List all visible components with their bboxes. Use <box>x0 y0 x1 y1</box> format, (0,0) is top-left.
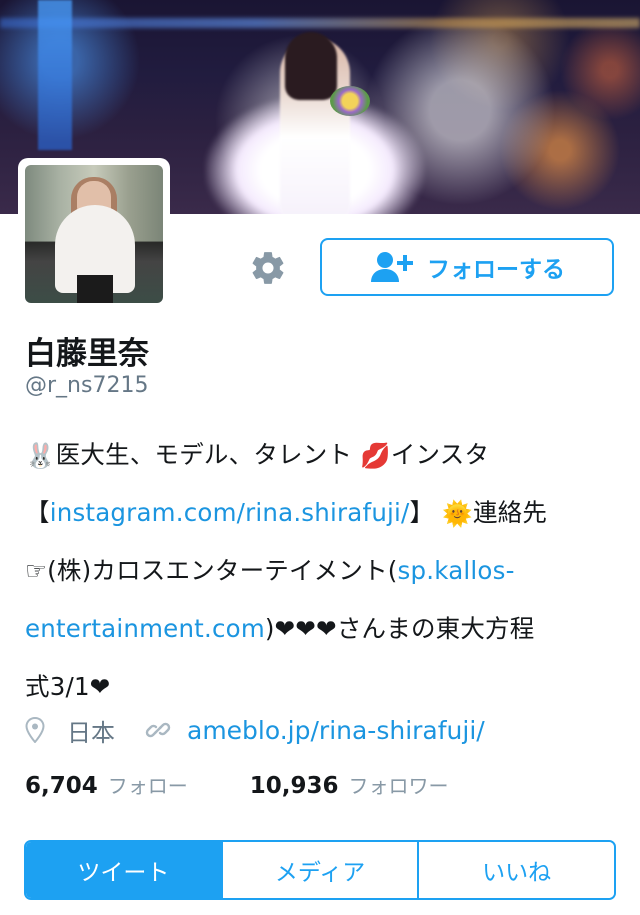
pointing-hand-icon: ☞ <box>25 556 48 585</box>
follow-button[interactable]: フォローする <box>320 238 614 296</box>
gear-icon <box>252 252 284 284</box>
instagram-link[interactable]: instagram.com/rina.shirafuji/ <box>50 498 410 527</box>
kallos-link-part1[interactable]: sp.kallos- <box>398 556 515 585</box>
header-bridge-lights <box>0 18 640 28</box>
link-icon <box>145 722 171 738</box>
followers-count: 10,936 <box>249 773 339 799</box>
tab-media[interactable]: メディア <box>220 842 418 898</box>
rabbit-emoji: 🐰 <box>25 441 56 470</box>
sun-emoji: 🌞 <box>442 499 473 528</box>
profile-meta: 日本 ameblo.jp/rina-shirafuji/ <box>25 710 485 750</box>
kiss-emoji: 💋 <box>360 441 391 470</box>
profile-bio: 🐰医大生、モデル、タレント 💋インスタ 【instagram.com/rina.… <box>25 426 625 716</box>
tab-likes[interactable]: いいね <box>417 842 614 898</box>
bio-line: 【instagram.com/rina.shirafuji/】 🌞連絡先 <box>25 484 625 542</box>
header-tower <box>38 0 72 150</box>
bio-text: インスタ <box>390 440 490 469</box>
bio-text: 】 <box>409 498 443 527</box>
bio-text: 医大生、モデル、タレント <box>55 440 361 469</box>
bio-text: 連絡先 <box>472 498 548 527</box>
website-link[interactable]: ameblo.jp/rina-shirafuji/ <box>187 716 485 745</box>
avatar-frame <box>18 158 170 310</box>
followers-stat[interactable]: 10,936 フォロワー <box>250 770 449 799</box>
location-text: 日本 <box>67 718 115 747</box>
bio-line: entertainment.com)❤❤❤さんまの東大方程 <box>25 600 625 658</box>
display-name: 白藤里奈 <box>25 336 149 372</box>
bio-text: 【 <box>25 498 50 527</box>
location-pin-icon <box>25 717 45 743</box>
profile-stats: 6,704 フォロー 10,936 フォロワー <box>25 770 449 799</box>
header-bouquet <box>330 86 370 116</box>
followers-label: フォロワー <box>348 774 449 798</box>
bio-text: (株)カロスエンターテイメント( <box>47 556 398 585</box>
user-handle: @r_ns7215 <box>25 373 149 398</box>
following-stat[interactable]: 6,704 フォロー <box>25 770 188 799</box>
bio-line: 🐰医大生、モデル、タレント 💋インスタ <box>25 426 625 484</box>
settings-button[interactable] <box>246 246 290 290</box>
tab-tweets[interactable]: ツイート <box>26 842 221 898</box>
avatar[interactable] <box>25 165 163 303</box>
following-count: 6,704 <box>25 773 98 799</box>
profile-tabs: ツイート メディア いいね <box>24 840 616 900</box>
avatar-legs <box>77 275 113 303</box>
bio-text: 式3/1❤ <box>25 672 111 701</box>
bio-text: )❤❤❤さんまの東大方程 <box>264 614 535 643</box>
kallos-link-part2[interactable]: entertainment.com <box>25 614 265 643</box>
follow-button-label: フォローする <box>427 257 565 283</box>
header-person-hair <box>285 32 337 100</box>
add-user-icon <box>371 252 413 282</box>
following-label: フォロー <box>107 774 188 798</box>
bio-line: ☞(株)カロスエンターテイメント(sp.kallos- <box>25 542 625 600</box>
bio-line: 式3/1❤ <box>25 658 625 716</box>
